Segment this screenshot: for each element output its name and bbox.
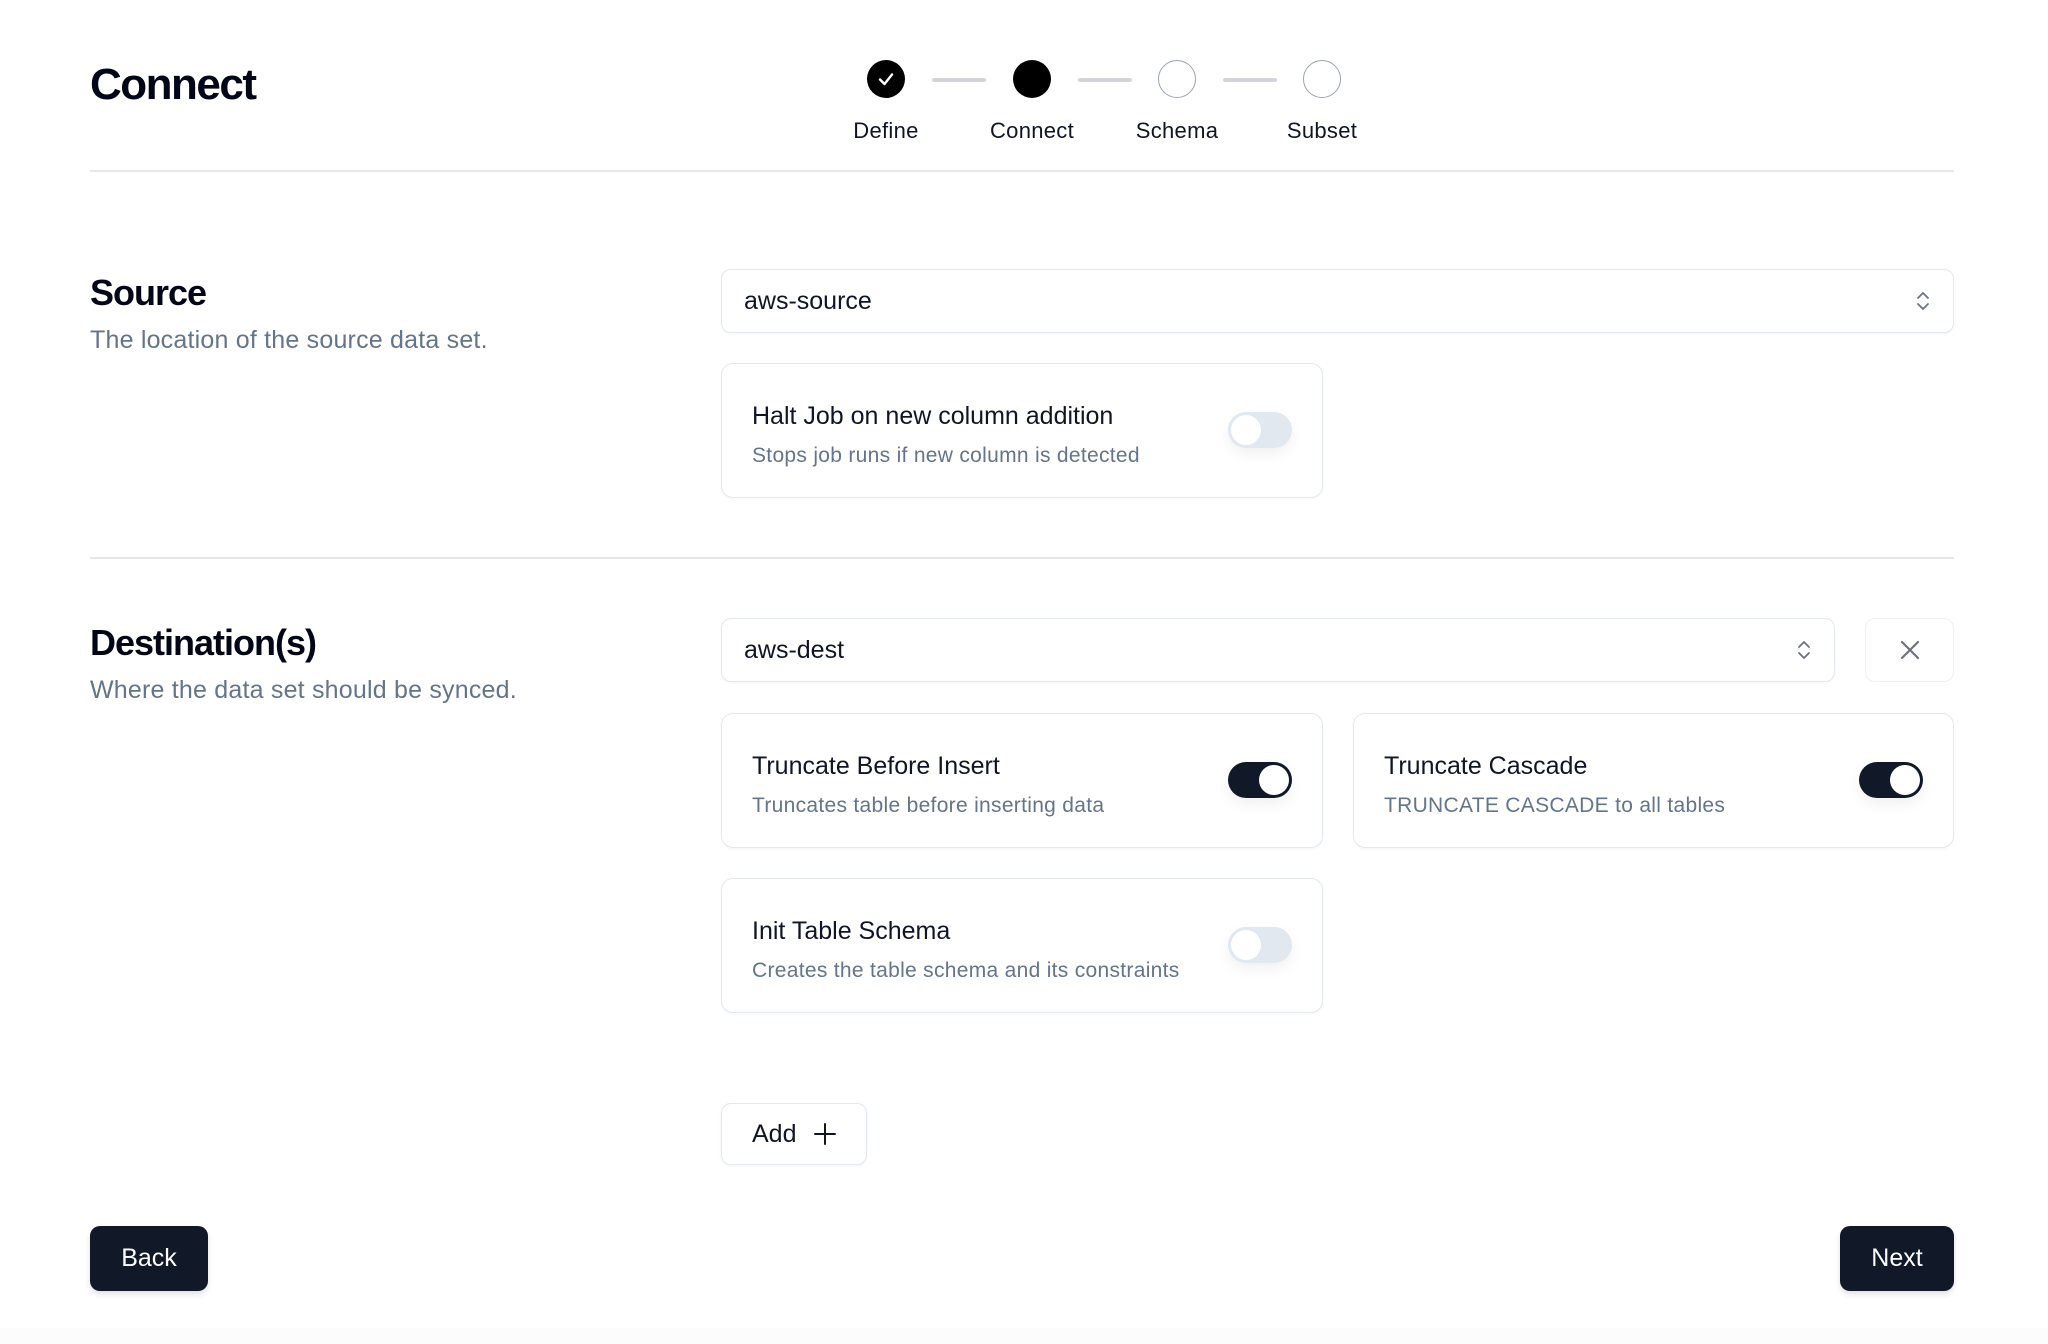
chevrons-up-down-icon xyxy=(1798,641,1810,659)
option-description: Stops job runs if new column is detected xyxy=(752,444,1140,467)
step-label: Schema xyxy=(1135,118,1219,143)
option-card-truncate-before-insert: Truncate Before Insert Truncates table b… xyxy=(721,713,1323,848)
step-schema[interactable]: Schema xyxy=(1117,60,1237,144)
toggle-knob xyxy=(1890,765,1920,795)
option-title: Halt Job on new column addition xyxy=(752,402,1114,430)
truncate-cascade-toggle[interactable] xyxy=(1859,762,1923,798)
toggle-knob xyxy=(1231,930,1261,960)
step-complete-indicator xyxy=(867,60,905,98)
destination-title: Destination(s) xyxy=(90,622,317,663)
option-description: TRUNCATE CASCADE to all tables xyxy=(1384,794,1726,817)
source-select-value: aws-source xyxy=(744,286,872,315)
option-description: Creates the table schema and its constra… xyxy=(752,959,1180,982)
close-icon xyxy=(1900,640,1919,660)
source-description: The location of the source data set. xyxy=(90,326,488,354)
truncate-before-insert-toggle[interactable] xyxy=(1228,762,1292,798)
next-button[interactable]: Next xyxy=(1840,1226,1954,1291)
source-select[interactable]: aws-source xyxy=(721,269,1954,333)
step-label: Connect xyxy=(989,118,1075,143)
option-description: Truncates table before inserting data xyxy=(752,794,1105,817)
step-current-indicator xyxy=(1013,60,1051,98)
page-title: Connect xyxy=(90,60,257,109)
footer-strip xyxy=(0,1328,2048,1344)
destination-select-value: aws-dest xyxy=(744,635,845,664)
option-title: Truncate Cascade xyxy=(1384,752,1588,780)
option-card-halt-job: Halt Job on new column addition Stops jo… xyxy=(721,363,1323,498)
halt-job-toggle[interactable] xyxy=(1228,412,1292,448)
plus-icon xyxy=(814,1123,837,1145)
check-icon xyxy=(878,73,894,86)
back-button[interactable]: Back xyxy=(90,1226,208,1291)
add-destination-button[interactable]: Add xyxy=(721,1103,868,1165)
init-table-schema-toggle[interactable] xyxy=(1228,927,1292,963)
step-label: Subset xyxy=(1286,118,1358,143)
step-subset[interactable]: Subset xyxy=(1262,60,1382,144)
stepper: Define Connect Schema Subset xyxy=(840,60,1370,150)
step-upcoming-indicator xyxy=(1303,60,1341,98)
toggle-knob xyxy=(1259,765,1289,795)
add-label: Add xyxy=(752,1119,797,1148)
option-card-truncate-cascade: Truncate Cascade TRUNCATE CASCADE to all… xyxy=(1353,713,1954,848)
step-upcoming-indicator xyxy=(1158,60,1196,98)
option-title: Truncate Before Insert xyxy=(752,752,1000,780)
step-connect[interactable]: Connect xyxy=(972,60,1092,144)
destination-select[interactable]: aws-dest xyxy=(721,618,1835,682)
toggle-knob xyxy=(1231,415,1261,445)
option-title: Init Table Schema xyxy=(752,917,951,945)
destination-description: Where the data set should be synced. xyxy=(90,676,517,704)
remove-destination-button[interactable] xyxy=(1865,618,1954,682)
step-label: Define xyxy=(853,118,919,143)
step-define[interactable]: Define xyxy=(826,60,946,144)
section-divider xyxy=(90,557,1954,559)
source-title: Source xyxy=(90,272,207,313)
option-card-init-table-schema: Init Table Schema Creates the table sche… xyxy=(721,878,1323,1013)
chevrons-up-down-icon xyxy=(1917,292,1929,310)
header-divider xyxy=(90,170,1954,172)
